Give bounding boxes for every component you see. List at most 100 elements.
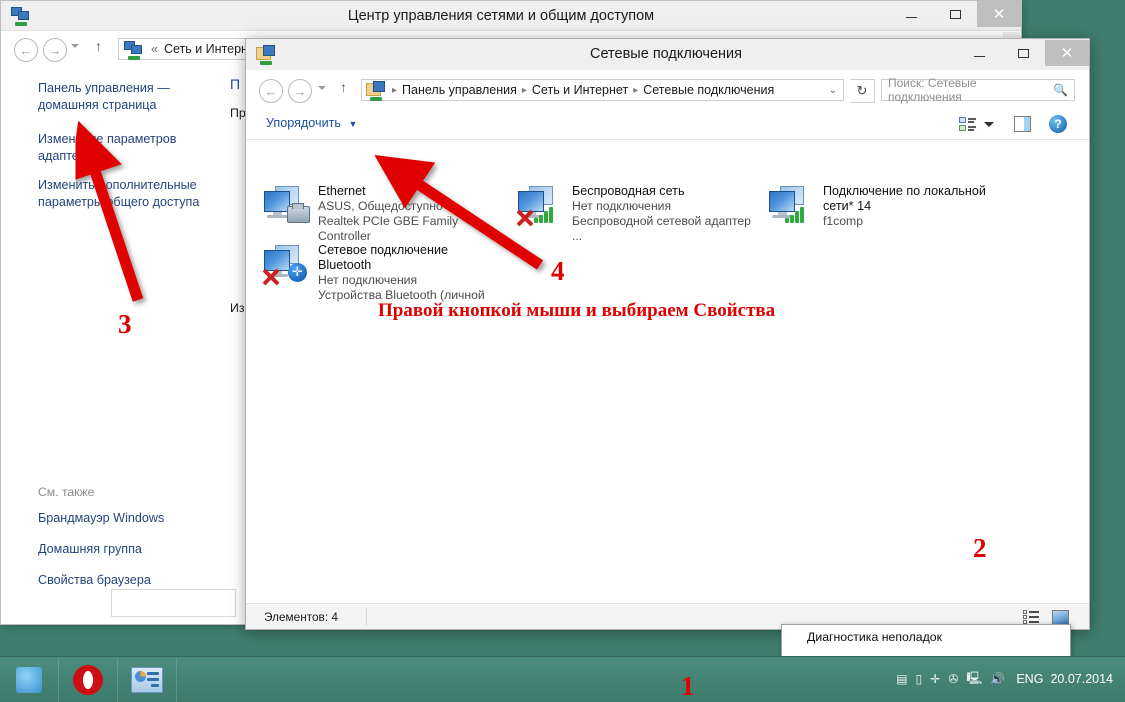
status-divider <box>366 608 367 625</box>
network-icon <box>11 7 30 26</box>
connection-device: Беспроводной сетевой адаптер ... <box>572 214 751 243</box>
tray-network-icon[interactable]: 🖳 <box>966 669 982 690</box>
taskbar[interactable]: ▤ ▯ ✛ ✇ 🖳 🔊 ENG 20.07.2014 <box>0 656 1125 702</box>
language-indicator[interactable]: ENG <box>1016 672 1043 686</box>
front-maximize-button[interactable] <box>1001 40 1045 66</box>
address-network-icon <box>124 41 143 63</box>
front-close-button[interactable]: ✕ <box>1045 40 1089 66</box>
bluetooth-icon[interactable]: ✛ <box>930 672 940 686</box>
menu-item-troubleshoot[interactable]: Диагностика неполадок <box>782 625 1070 649</box>
crumb-network-internet[interactable]: Сеть и Интернет <box>532 83 628 97</box>
sidebar-link-change-advanced-sharing[interactable]: Изменить дополнительные параметры общего… <box>38 177 223 210</box>
back-content-heading-clipped: П <box>230 76 241 92</box>
volume-icon[interactable]: 🔊 <box>990 672 1005 686</box>
back-maximize-button[interactable] <box>933 1 977 27</box>
connection-state: f1comp <box>823 214 863 228</box>
connection-state: ASUS, Общедоступно <box>318 199 443 213</box>
taskbar-item-partial[interactable] <box>0 658 59 702</box>
help-icon[interactable]: ? <box>1049 115 1067 133</box>
back-minimize-button[interactable] <box>889 1 933 27</box>
front-back-button[interactable]: ← <box>259 79 283 103</box>
crumb-sep-1: ▸ <box>521 84 527 96</box>
front-up-button[interactable]: ↑ <box>340 79 347 95</box>
address-network-folder-icon <box>366 81 386 104</box>
search-placeholder: Поиск: Сетевые подключения <box>888 76 977 104</box>
up-button[interactable]: ↑ <box>95 38 102 54</box>
front-forward-button[interactable]: → <box>288 79 312 103</box>
antivirus-icon[interactable]: ✇ <box>948 672 958 686</box>
bluetooth-connection-icon: ✛ <box>260 243 312 289</box>
thumbnail-view-icon[interactable] <box>1052 610 1069 625</box>
removable-media-icon[interactable]: ▯ <box>916 672 923 686</box>
partial-app-icon <box>16 667 42 693</box>
disconnected-x-icon <box>260 267 280 287</box>
sidebar-link-change-adapter-settings[interactable]: Изменение параметров адаптера <box>38 131 213 164</box>
connections-list[interactable]: Ethernet ASUS, Общедоступно Realtek PCIe… <box>246 140 1089 595</box>
search-icon: 🔍 <box>1053 83 1068 97</box>
front-recent-locations-icon[interactable] <box>318 86 326 90</box>
breadcrumb-prefix: « <box>151 42 158 56</box>
refresh-button[interactable]: ↻ <box>850 79 875 103</box>
taskbar-item-opera[interactable] <box>59 658 118 702</box>
back-bottom-box-left <box>111 589 236 617</box>
list-item[interactable]: Подключение по локальной сети* 14 f1comp <box>765 184 990 229</box>
recent-locations-icon[interactable] <box>71 44 79 48</box>
front-toolbar: Упорядочить ▼ ? <box>246 109 1089 140</box>
bluetooth-badge-icon: ✛ <box>288 263 307 282</box>
list-item[interactable]: Беспроводная сеть Нет подключения Беспро… <box>514 184 754 244</box>
signal-bars-icon <box>534 206 556 223</box>
connection-name: Ethernet <box>318 184 366 198</box>
rj45-badge-icon <box>287 203 310 223</box>
opera-browser-icon <box>73 665 103 695</box>
organize-caret-icon: ▼ <box>348 119 358 129</box>
local-area-connection-icon <box>765 184 817 230</box>
forward-button[interactable]: → <box>43 38 67 62</box>
connection-name: Подключение по локальной сети* 14 <box>823 184 986 213</box>
back-window-title: Центр управления сетями и общим доступом <box>347 8 655 24</box>
connection-state: Нет подключения <box>572 199 672 213</box>
see-also-internet-options[interactable]: Свойства браузера <box>38 572 151 589</box>
back-close-button[interactable]: ✕ <box>977 1 1021 27</box>
views-caret-down-icon[interactable] <box>984 122 994 127</box>
crumb-network-connections[interactable]: Сетевые подключения <box>643 83 774 97</box>
sidebar-link-control-panel-home[interactable]: Панель управления — домашняя страница <box>38 80 213 113</box>
address-dropdown-icon[interactable]: ⌄ <box>829 85 837 96</box>
back-sidebar: Панель управления — домашняя страница Из… <box>2 67 224 624</box>
front-window-titlebar[interactable]: Сетевые подключения ✕ <box>246 39 1089 70</box>
connection-name: Сетевое подключение Bluetooth <box>318 243 448 272</box>
see-also-label: См. также <box>38 485 95 499</box>
network-connections-window[interactable]: Сетевые подключения ✕ ← → ↑ ▸ Панель упр… <box>245 38 1090 630</box>
back-content-change-clipped: Из <box>230 301 245 315</box>
see-also-windows-firewall[interactable]: Брандмауэр Windows <box>38 510 164 527</box>
back-button[interactable]: ← <box>14 38 38 62</box>
annotation-caption: Правой кнопкой мыши и выбираем Свойства <box>378 300 776 321</box>
see-also-homegroup[interactable]: Домашняя группа <box>38 541 142 558</box>
disconnected-x-icon <box>514 208 534 228</box>
action-center-icon[interactable]: ▤ <box>896 672 907 686</box>
annotation-number-3: 3 <box>118 309 132 339</box>
views-icon[interactable] <box>959 117 976 132</box>
back-window-titlebar[interactable]: Центр управления сетями и общим доступом… <box>1 1 1021 31</box>
search-input[interactable]: Поиск: Сетевые подключения 🔍 <box>881 76 1075 104</box>
annotation-number-1: 1 <box>681 671 695 701</box>
system-tray[interactable]: ▤ ▯ ✛ ✇ 🖳 🔊 ENG 20.07.2014 <box>892 656 1125 702</box>
crumb-control-panel[interactable]: Панель управления <box>402 83 517 97</box>
details-view-icon[interactable] <box>1023 610 1039 624</box>
ethernet-connection-icon <box>260 184 312 230</box>
list-item[interactable]: ✛ Сетевое подключение Bluetooth Нет подк… <box>260 243 500 303</box>
connection-state: Нет подключения <box>318 273 418 287</box>
organize-label: Упорядочить <box>266 116 341 130</box>
preview-pane-icon[interactable] <box>1014 116 1031 132</box>
organize-button[interactable]: Упорядочить ▼ <box>266 116 357 130</box>
front-minimize-button[interactable] <box>957 40 1001 66</box>
annotation-number-4: 4 <box>551 256 565 286</box>
crumb-sep-2: ▸ <box>633 84 639 96</box>
back-content-sub-clipped: Пр <box>230 106 246 120</box>
clock-date[interactable]: 20.07.2014 <box>1050 672 1113 686</box>
list-item[interactable]: Ethernet ASUS, Общедоступно Realtek PCIe… <box>260 184 500 244</box>
connection-name: Беспроводная сеть <box>572 184 685 198</box>
annotation-number-2: 2 <box>973 533 987 563</box>
taskbar-item-control-panel[interactable] <box>118 658 177 702</box>
front-address-bar[interactable]: ▸ Панель управления ▸ Сеть и Интернет ▸ … <box>361 79 844 101</box>
front-window-title: Сетевые подключения <box>590 46 742 62</box>
